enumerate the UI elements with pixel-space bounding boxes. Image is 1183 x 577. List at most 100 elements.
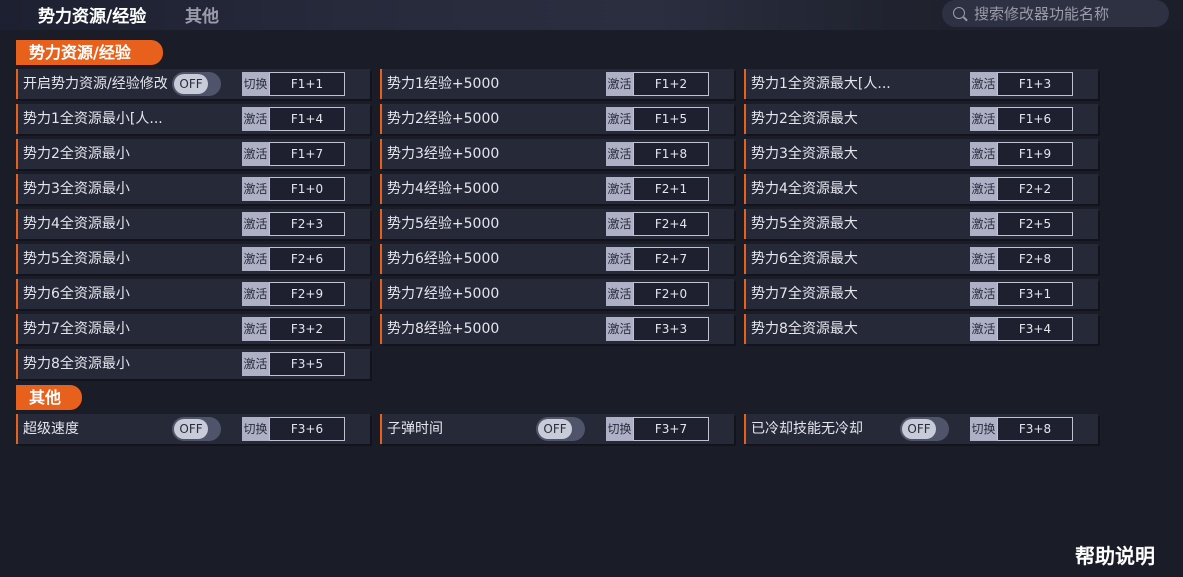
cheat-label: 势力8全资源最大 [751, 321, 858, 337]
action-button[interactable]: 切换 [606, 417, 633, 441]
hotkey-field[interactable]: F2+1 [633, 177, 709, 201]
toggle-state: OFF [174, 419, 208, 439]
hotkey-field[interactable]: F2+3 [269, 212, 345, 236]
cheat-row: 势力2全资源最大 激活 F1+6 [744, 104, 1098, 134]
hotkey-field[interactable]: F2+7 [633, 247, 709, 271]
tab-other[interactable]: 其他 [185, 2, 219, 27]
search-box[interactable] [942, 0, 1169, 27]
hotkey-field[interactable]: F1+1 [269, 72, 345, 96]
cheat-row: 势力1全资源最大[人... 激活 F1+3 [744, 69, 1098, 99]
cheat-label: 势力6全资源最大 [751, 251, 858, 267]
toggle-switch[interactable]: OFF [172, 72, 221, 96]
action-button[interactable]: 切换 [242, 72, 269, 96]
cheat-label: 势力6经验+5000 [387, 251, 500, 267]
hotkey-field[interactable]: F2+9 [269, 282, 345, 306]
action-button[interactable]: 激活 [606, 282, 633, 306]
hotkey-field[interactable]: F1+0 [269, 177, 345, 201]
hotkey-field[interactable]: F1+6 [997, 107, 1073, 131]
action-button[interactable]: 激活 [242, 177, 269, 201]
cheat-label: 势力2全资源最小 [23, 146, 130, 162]
cheat-row: 势力4全资源最小 激活 F2+3 [16, 209, 370, 239]
hotkey-field[interactable]: F2+8 [997, 247, 1073, 271]
cheat-row: 势力1全资源最小[人... 激活 F1+4 [16, 104, 370, 134]
hotkey-field[interactable]: F3+4 [997, 317, 1073, 341]
hotkey-field[interactable]: F1+4 [269, 107, 345, 131]
cheat-row: 势力2经验+5000 激活 F1+5 [380, 104, 734, 134]
cheat-row: 超级速度 OFF 切换 F3+6 [16, 414, 370, 444]
action-button[interactable]: 激活 [970, 142, 997, 166]
hotkey-field[interactable]: F1+5 [633, 107, 709, 131]
search-input[interactable] [972, 2, 1166, 26]
action-button[interactable]: 激活 [242, 317, 269, 341]
cheat-row: 势力5经验+5000 激活 F2+4 [380, 209, 734, 239]
toggle-switch[interactable]: OFF [900, 417, 949, 441]
cheat-row: 势力3全资源最大 激活 F1+9 [744, 139, 1098, 169]
cheat-row: 开启势力资源/经验修改 OFF 切换 F1+1 [16, 69, 370, 99]
action-button[interactable]: 激活 [242, 107, 269, 131]
toggle-state: OFF [538, 419, 572, 439]
cheat-label: 势力8经验+5000 [387, 321, 500, 337]
cheat-row: 势力3经验+5000 激活 F1+8 [380, 139, 734, 169]
hotkey-field[interactable]: F2+4 [633, 212, 709, 236]
cheat-label: 势力5全资源最大 [751, 216, 858, 232]
action-button[interactable]: 激活 [606, 212, 633, 236]
hotkey-field[interactable]: F2+0 [633, 282, 709, 306]
hotkey-field[interactable]: F1+7 [269, 142, 345, 166]
toggle-switch[interactable]: OFF [172, 417, 221, 441]
hotkey-field[interactable]: F2+6 [269, 247, 345, 271]
cheat-label: 势力4全资源最大 [751, 181, 858, 197]
action-button[interactable]: 激活 [970, 317, 997, 341]
action-button[interactable]: 激活 [970, 107, 997, 131]
action-button[interactable]: 切换 [242, 417, 269, 441]
cheat-label: 势力3全资源最小 [23, 181, 130, 197]
action-button[interactable]: 激活 [970, 212, 997, 236]
hotkey-field[interactable]: F2+2 [997, 177, 1073, 201]
cheat-label: 已冷却技能无冷却 [751, 421, 863, 437]
hotkey-field[interactable]: F1+2 [633, 72, 709, 96]
action-button[interactable]: 激活 [242, 142, 269, 166]
action-button[interactable]: 激活 [606, 247, 633, 271]
help-button[interactable]: 帮助说明 [1075, 540, 1155, 569]
cheat-label: 势力3经验+5000 [387, 146, 500, 162]
tab-resources-experience[interactable]: 势力资源/经验 [38, 2, 146, 27]
hotkey-field[interactable]: F3+8 [997, 417, 1073, 441]
hotkey-field[interactable]: F3+2 [269, 317, 345, 341]
action-button[interactable]: 激活 [242, 282, 269, 306]
cheat-row: 势力5全资源最小 激活 F2+6 [16, 244, 370, 274]
action-button[interactable]: 激活 [606, 177, 633, 201]
cheat-label: 势力7全资源最大 [751, 286, 858, 302]
cheat-label: 势力1经验+5000 [387, 76, 500, 92]
cheat-label: 势力5全资源最小 [23, 251, 130, 267]
hotkey-field[interactable]: F3+1 [997, 282, 1073, 306]
toggle-switch[interactable]: OFF [536, 417, 585, 441]
cheat-row: 势力8全资源最大 激活 F3+4 [744, 314, 1098, 344]
action-button[interactable]: 激活 [970, 177, 997, 201]
action-button[interactable]: 激活 [242, 212, 269, 236]
cheat-label: 势力3全资源最大 [751, 146, 858, 162]
hotkey-field[interactable]: F2+5 [997, 212, 1073, 236]
action-button[interactable]: 激活 [242, 352, 269, 376]
action-button[interactable]: 激活 [606, 317, 633, 341]
hotkey-field[interactable]: F3+6 [269, 417, 345, 441]
action-button[interactable]: 激活 [606, 142, 633, 166]
cheat-label: 势力6全资源最小 [23, 286, 130, 302]
action-button[interactable]: 激活 [606, 72, 633, 96]
action-button[interactable]: 切换 [970, 417, 997, 441]
cheat-row: 已冷却技能无冷却 OFF 切换 F3+8 [744, 414, 1098, 444]
section-title-resources: 势力资源/经验 [16, 40, 163, 65]
hotkey-field[interactable]: F3+7 [633, 417, 709, 441]
action-button[interactable]: 激活 [242, 247, 269, 271]
action-button[interactable]: 激活 [606, 107, 633, 131]
action-button[interactable]: 激活 [970, 72, 997, 96]
hotkey-field[interactable]: F3+5 [269, 352, 345, 376]
hotkey-field[interactable]: F1+3 [997, 72, 1073, 96]
cheat-label: 子弹时间 [387, 421, 443, 437]
action-button[interactable]: 激活 [970, 282, 997, 306]
section-title-other: 其他 [16, 385, 82, 410]
cheat-row: 势力4全资源最大 激活 F2+2 [744, 174, 1098, 204]
hotkey-field[interactable]: F3+3 [633, 317, 709, 341]
action-button[interactable]: 激活 [970, 247, 997, 271]
cheat-label: 势力7经验+5000 [387, 286, 500, 302]
hotkey-field[interactable]: F1+8 [633, 142, 709, 166]
hotkey-field[interactable]: F1+9 [997, 142, 1073, 166]
